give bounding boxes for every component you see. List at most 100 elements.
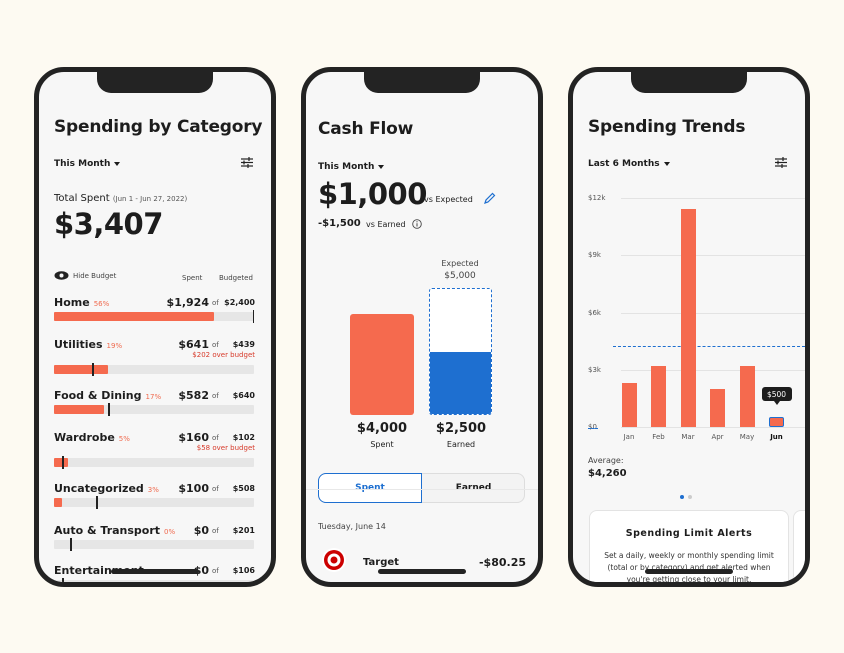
category-row[interactable]: Entertainment0%$0of$106 [39, 564, 271, 582]
budget-marker [62, 456, 64, 469]
earned-delta: -$1,500 [318, 218, 361, 229]
period-label: This Month [54, 159, 111, 169]
alert-text: Set a daily, weekly or monthly spending … [604, 551, 774, 584]
category-percent: 19% [106, 342, 123, 350]
value-tooltip: $500 [761, 387, 792, 402]
home-indicator [378, 569, 466, 574]
period-selector[interactable]: This Month [318, 162, 385, 172]
col-budgeted-header: Budgeted [219, 274, 253, 282]
category-row[interactable]: Utilities 19% $641 of $439 $202 over budget [39, 338, 271, 378]
expected-bar-outline [429, 288, 492, 415]
bar-may [739, 365, 755, 427]
budget-progress-fill [54, 458, 68, 467]
category-budget: $439 [232, 340, 255, 349]
category-name: Utilities 19% [54, 338, 123, 351]
bar-jan [621, 383, 637, 427]
bar-feb [651, 365, 666, 427]
divider [306, 489, 538, 490]
dot-active[interactable] [680, 495, 684, 499]
gridline [621, 427, 805, 428]
transaction-amount: -$80.25 [478, 556, 526, 569]
category-name: Wardrobe 5% [54, 431, 130, 444]
home-indicator [645, 569, 733, 574]
category-budget: $508 [232, 484, 255, 493]
hide-budget-toggle[interactable]: Hide Budget [54, 271, 116, 280]
budget-progress-track [54, 496, 254, 509]
budget-progress-track [54, 456, 254, 469]
average-value: $4,260 [588, 468, 627, 479]
budget-marker [252, 310, 254, 323]
category-budget: $106 [232, 566, 255, 575]
budget-progress-fill [54, 405, 104, 414]
earned-bar [430, 351, 491, 414]
col-spent-header: Spent [182, 274, 203, 282]
x-tick-label: May [739, 433, 755, 441]
phone-cash-flow: Cash Flow This Month $1,000 vs Expected … [301, 67, 543, 587]
tab-earned[interactable]: Earned [422, 474, 525, 502]
budget-progress-track [54, 578, 254, 582]
page-title: Cash Flow [318, 119, 414, 139]
x-tick-label: Mar [681, 433, 695, 441]
bar-mar [680, 209, 696, 427]
category-row[interactable]: Auto & Transport 0% $0 of $201 [39, 524, 271, 564]
page-title: Spending by Category [54, 117, 263, 137]
budget-progress-fill [54, 498, 62, 507]
category-row[interactable]: Home 56% $1,924 of $2,400 [39, 296, 271, 336]
average-line [613, 345, 805, 347]
budget-progress-track [54, 538, 254, 551]
category-spent: $160 [178, 431, 209, 444]
y-tick-label: $9k [588, 251, 601, 260]
alert-card[interactable]: Spending Limit Alerts Set a daily, weekl… [589, 510, 789, 584]
budget-marker [62, 578, 64, 582]
spending-trends-chart: $12k $9k $6k $3k $0 Jan Feb Mar Apr May Jun $500 [573, 72, 805, 452]
dot-inactive[interactable] [688, 495, 692, 499]
filter-sliders-icon[interactable] [241, 157, 253, 168]
category-row[interactable]: Wardrobe 5% $160 of $102 $58 over budget [39, 431, 271, 471]
total-spent-value: $3,407 [54, 207, 163, 241]
category-name: Home 56% [54, 296, 110, 309]
category-spent: $100 [178, 482, 209, 495]
category-spent: $0 [193, 524, 209, 537]
of-label: of [212, 485, 219, 493]
pencil-icon[interactable] [483, 192, 496, 205]
of-label: of [212, 434, 219, 442]
category-row[interactable]: Uncategorized 3% $100 of $508 [39, 482, 271, 522]
average-label: Average: [588, 456, 624, 465]
x-tick-label: Apr [711, 433, 724, 441]
budget-progress-track [54, 363, 254, 376]
of-label: of [212, 299, 219, 307]
cashflow-value: $1,000 [318, 177, 427, 211]
tab-spent[interactable]: Spent [318, 473, 422, 503]
y-tick-label: $3k [588, 365, 601, 374]
x-tick-label: Jun [770, 433, 783, 441]
category-row[interactable]: Food & Dining 17% $582 of $640 [39, 389, 271, 429]
info-icon[interactable] [412, 219, 422, 229]
period-selector[interactable]: This Month [54, 159, 121, 169]
total-spent-label: Total Spent (Jun 1 - Jun 27, 2022) [54, 193, 188, 204]
period-label: This Month [318, 162, 375, 172]
category-budget: $201 [232, 526, 255, 535]
transaction-row[interactable] [321, 547, 347, 573]
earned-value: $2,500 [435, 421, 487, 436]
average-legend-line [588, 428, 598, 429]
budget-marker [92, 363, 94, 376]
transaction-date: Tuesday, June 14 [318, 522, 386, 531]
gridline [621, 312, 805, 314]
budget-marker [96, 496, 98, 509]
budget-progress-fill [54, 312, 214, 321]
phone-notch [97, 72, 213, 93]
tooltip-pointer [773, 401, 780, 406]
expected-label: Expected [441, 259, 479, 268]
category-budget: $2,400 [224, 298, 255, 307]
next-card-peek[interactable] [793, 510, 805, 582]
budget-progress-track [54, 310, 254, 323]
x-tick-label: Feb [652, 433, 665, 441]
vs-expected-label: vs Expected [424, 195, 473, 204]
category-name: Food & Dining 17% [54, 389, 162, 402]
over-budget-note: $58 over budget [196, 444, 255, 452]
category-percent: 5% [118, 435, 130, 443]
carousel-dots[interactable] [680, 495, 692, 499]
budget-marker [70, 538, 72, 551]
category-spent: $1,924 [166, 296, 209, 309]
vs-earned-label: vs Earned [366, 220, 406, 229]
